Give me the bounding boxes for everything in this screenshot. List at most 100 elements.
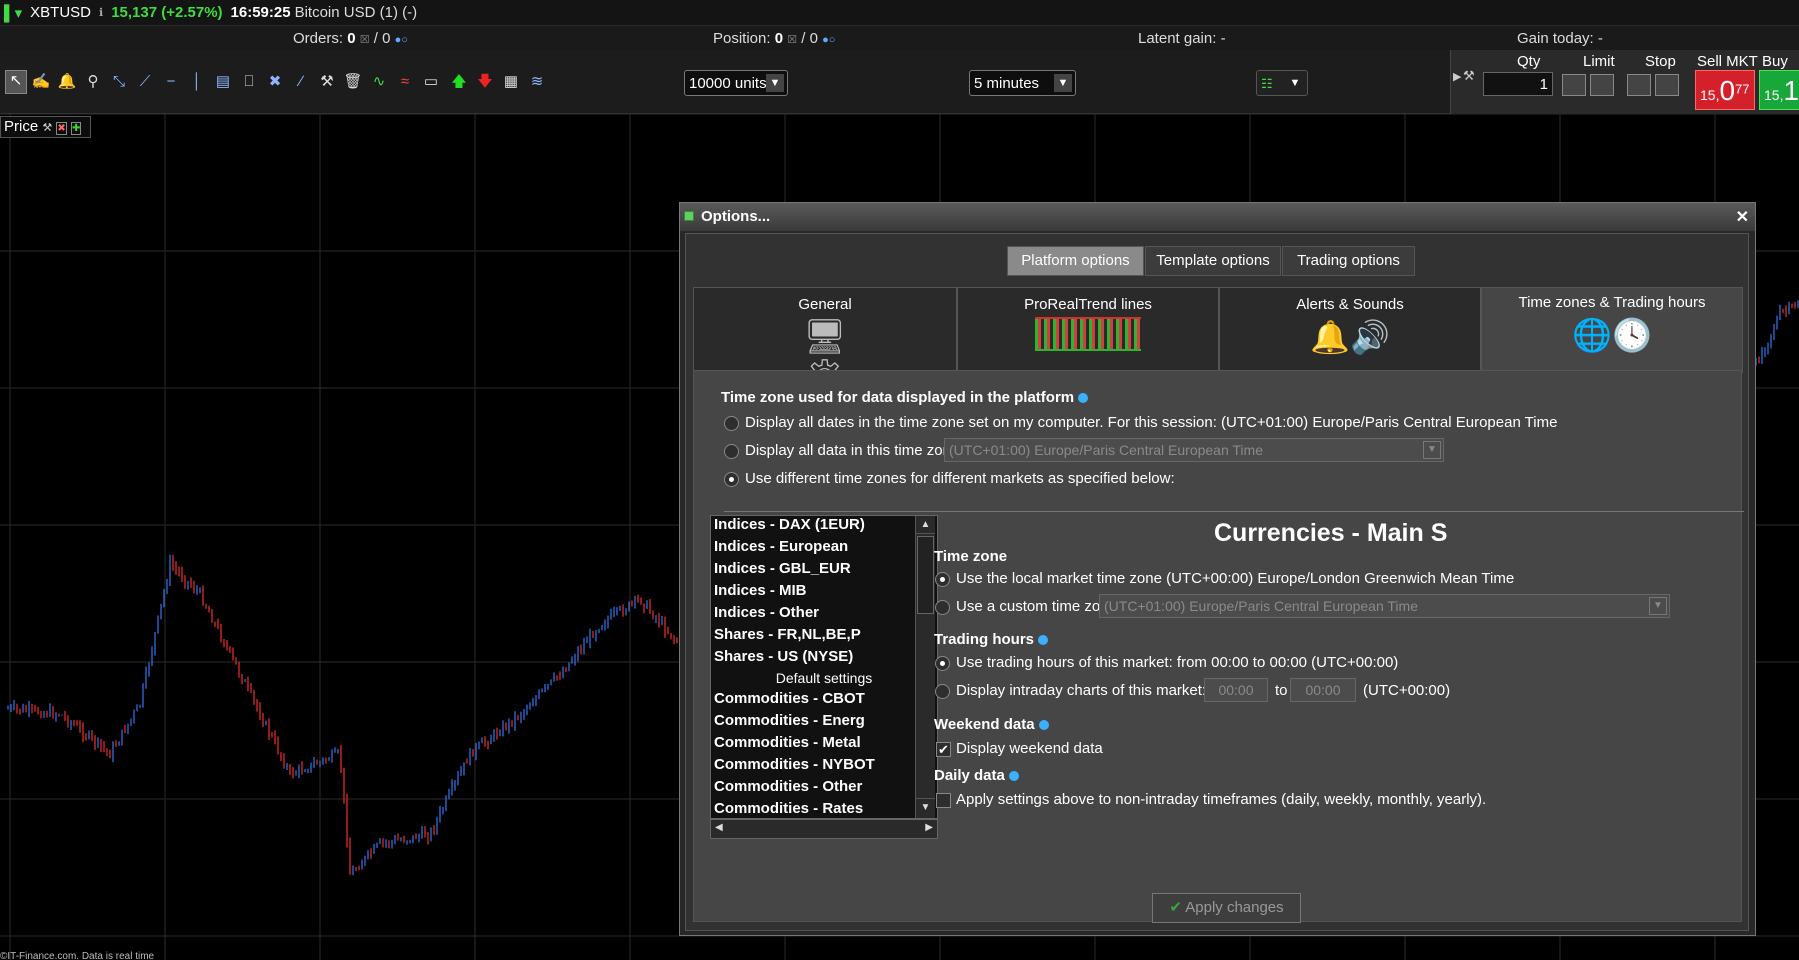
wrench-icon[interactable]: ⚒: [1463, 68, 1475, 84]
chevron-down-icon: ▼: [766, 74, 784, 92]
list-item[interactable]: Commodities - Rates: [711, 800, 937, 818]
scroll-left-icon[interactable]: ◀: [715, 822, 723, 833]
markets-list[interactable]: Indices - DAX (1EUR) Indices - European In…: [710, 515, 938, 819]
channel-tool-icon[interactable]: ∕: [291, 72, 311, 92]
daily-data-checkbox[interactable]: [936, 793, 951, 808]
dialog-title: Options...: [701, 208, 771, 225]
buy-market-button[interactable]: 15,1: [1759, 70, 1799, 110]
list-item[interactable]: Indices - GBL_EUR: [711, 560, 937, 582]
sell-market-button[interactable]: 15,077: [1695, 70, 1755, 110]
panel-collapse-icon[interactable]: ▶: [1453, 70, 1461, 83]
zoom-icon[interactable]: ⚲: [83, 72, 103, 92]
sell-price-prefix: 15,: [1700, 87, 1720, 103]
remove-panel-icon[interactable]: ✖: [56, 122, 67, 135]
symbol-label[interactable]: XBTUSD: [30, 4, 91, 21]
radio-market-hours[interactable]: [935, 656, 950, 671]
list-item[interactable]: Shares - FR,NL,BE,P: [711, 626, 937, 648]
position-link-icon[interactable]: ●○: [822, 34, 835, 46]
radio-computer-tz[interactable]: [724, 416, 739, 431]
scroll-right-icon[interactable]: ▶: [925, 822, 933, 833]
pattern-tool-icon[interactable]: ≋: [527, 72, 547, 92]
tab-platform-options[interactable]: Platform options: [1007, 246, 1144, 276]
tab-time-zones[interactable]: Time zones & Trading hours 🌐🕓: [1481, 287, 1743, 373]
tab-template-options[interactable]: Template options: [1145, 246, 1281, 276]
interval-select[interactable]: 5 minutes ▼: [969, 70, 1076, 96]
trendline-chart-icon: [1035, 317, 1141, 351]
radio-custom-tz[interactable]: [935, 600, 950, 615]
wave-tool-icon[interactable]: ≈: [395, 72, 415, 92]
vertical-scrollbar[interactable]: ▲ ▼: [915, 516, 935, 818]
rectangle-tool-icon[interactable]: ▭: [421, 72, 441, 92]
trendline-tool-icon[interactable]: ⟋: [135, 72, 155, 92]
info-bubble-icon[interactable]: [1038, 635, 1049, 646]
sell-arrow-icon[interactable]: 🡇: [475, 72, 495, 92]
delete-tool-icon[interactable]: 🗑: [343, 72, 363, 92]
radio-different-tz[interactable]: [724, 472, 739, 487]
tab-general[interactable]: General 🖥⚙: [693, 287, 957, 396]
apply-changes-button[interactable]: ✔ Apply changes: [1152, 893, 1301, 923]
chevron-down-icon: ▼: [1649, 597, 1667, 615]
list-item[interactable]: Commodities - Metal: [711, 734, 937, 756]
qty-input[interactable]: 1: [1483, 72, 1553, 96]
horizontal-line-icon[interactable]: −: [161, 72, 181, 92]
tab-alerts-sounds[interactable]: Alerts & Sounds 🔔🔊: [1219, 287, 1481, 371]
price-label-text: Price: [4, 118, 39, 135]
radio-local-market-tz[interactable]: [935, 572, 950, 587]
scroll-up-icon[interactable]: ▲: [916, 516, 935, 534]
price-change: 15,137 (+2.57%): [111, 4, 223, 21]
wrench-icon[interactable]: ⚒: [42, 122, 52, 134]
dialog-body: Platform options Template options Tradin…: [685, 233, 1749, 931]
horizontal-scrollbar[interactable]: ◀ ▶: [710, 819, 938, 839]
units-select[interactable]: 10000 units ▼: [684, 70, 788, 96]
list-item[interactable]: Shares - US (NYSE): [711, 648, 937, 670]
stop-buy-button[interactable]: [1627, 74, 1651, 96]
list-item[interactable]: Commodities - Energ: [711, 712, 937, 734]
alert-bell-icon[interactable]: 🔔: [57, 72, 77, 92]
segment-tool-icon[interactable]: ⤡: [109, 72, 129, 92]
divider: [724, 511, 1744, 512]
grid-tool-icon[interactable]: ▦: [501, 72, 521, 92]
dialog-titlebar[interactable]: Options... ✕: [680, 203, 1755, 231]
tab-prorealtrend-lines[interactable]: ProRealTrend lines: [957, 287, 1219, 371]
text-tool-icon[interactable]: ⎕: [239, 72, 259, 92]
chevron-down-icon: ▼: [1286, 74, 1304, 92]
list-item[interactable]: Indices - European: [711, 538, 937, 560]
position-status: Position: 0 ☒ / 0 ●○: [713, 30, 836, 47]
list-item[interactable]: Commodities - Other: [711, 778, 937, 800]
weekend-data-checkbox[interactable]: ✔: [936, 742, 951, 757]
list-item[interactable]: Indices - Other: [711, 604, 937, 626]
ruler-tool-icon[interactable]: ✍: [31, 72, 51, 92]
buy-arrow-icon[interactable]: 🡅: [449, 72, 469, 92]
radio-this-tz[interactable]: [724, 444, 739, 459]
info-bubble-icon[interactable]: [1008, 771, 1019, 782]
close-icon[interactable]: ✕: [1736, 207, 1749, 227]
scroll-thumb[interactable]: [917, 536, 934, 614]
limit-sell-button[interactable]: [1590, 74, 1614, 96]
info-bubble-icon[interactable]: [1038, 720, 1049, 731]
list-item[interactable]: Commodities - CBOT: [711, 690, 937, 712]
chart-menu-icon[interactable]: ▌▾: [4, 4, 22, 22]
cancel-orders-icon[interactable]: ☒: [360, 34, 370, 46]
tab-alerts-label: Alerts & Sounds: [1296, 296, 1404, 313]
limit-buy-button[interactable]: [1562, 74, 1586, 96]
fibonacci-icon[interactable]: ▤: [213, 72, 233, 92]
cross-tool-icon[interactable]: ✖: [265, 72, 285, 92]
list-item[interactable]: Commodities - NYBOT: [711, 756, 937, 778]
vertical-line-icon[interactable]: │: [187, 72, 207, 92]
info-bubble-icon[interactable]: [1078, 393, 1089, 404]
orders-link-icon[interactable]: ●○: [395, 34, 408, 46]
radio-intraday-hours[interactable]: [935, 684, 950, 699]
market-heading: Currencies - Main S: [1214, 519, 1448, 547]
prorealtrend-icon[interactable]: ∿: [369, 72, 389, 92]
tab-trading-options[interactable]: Trading options: [1282, 246, 1415, 276]
indicator-menu[interactable]: ☷ ▼: [1256, 70, 1308, 96]
list-item[interactable]: Indices - DAX (1EUR): [711, 516, 937, 538]
list-item[interactable]: Indices - MIB: [711, 582, 937, 604]
info-icon[interactable]: ℹ: [99, 6, 103, 19]
pointer-tool-icon[interactable]: ↖: [5, 70, 27, 94]
properties-tool-icon[interactable]: ⚒: [317, 72, 337, 92]
stop-sell-button[interactable]: [1655, 74, 1679, 96]
close-position-icon[interactable]: ☒: [787, 34, 797, 46]
scroll-down-icon[interactable]: ▼: [916, 798, 935, 816]
add-panel-icon[interactable]: ✚: [70, 122, 82, 135]
